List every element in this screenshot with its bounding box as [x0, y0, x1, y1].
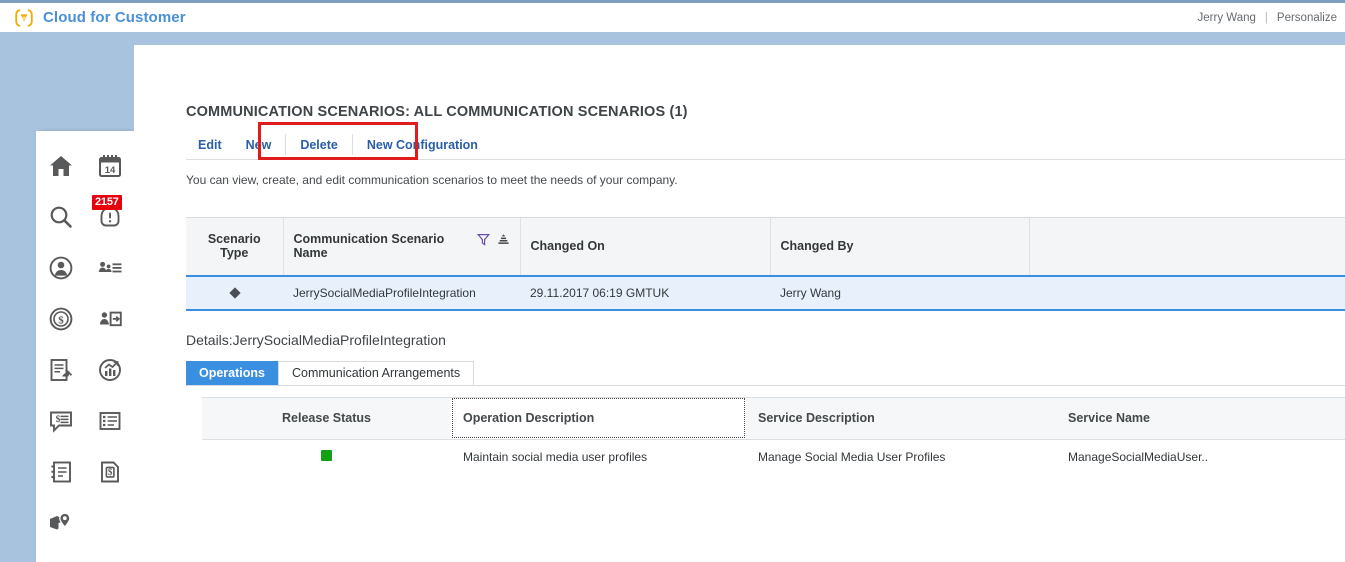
- sidebar-item-home[interactable]: [36, 143, 85, 189]
- column-changed-on[interactable]: Changed On: [519, 217, 770, 276]
- table-header-row: Scenario Type Communication Scenario Nam…: [186, 217, 1345, 276]
- cell-changed-by: Jerry Wang: [770, 274, 1029, 311]
- page-description: You can view, create, and edit communica…: [186, 173, 678, 187]
- cell-scenario-name: JerrySocialMediaProfileIntegration: [283, 274, 520, 311]
- new-configuration-button[interactable]: New Configuration: [355, 130, 490, 159]
- sidebar-item-alerts[interactable]: 2157: [85, 194, 134, 240]
- cell-scenario-type: [186, 274, 283, 311]
- column-service-description[interactable]: Service Description: [746, 396, 1056, 440]
- calendar-icon: 14: [97, 153, 123, 179]
- toolbar-divider-2: [351, 134, 353, 155]
- cell-release-status: [202, 439, 451, 475]
- left-icon-panel: 14 2157 $ $ $: [36, 131, 134, 562]
- contacts-book-icon: [48, 459, 74, 485]
- green-status-icon: [321, 450, 332, 462]
- communication-scenarios-table: Scenario Type Communication Scenario Nam…: [186, 217, 1345, 311]
- sap-brand-icon: v: [14, 8, 34, 28]
- sidebar-item-library[interactable]: [85, 398, 134, 444]
- svg-text:$: $: [55, 414, 60, 425]
- library-icon: [97, 408, 123, 434]
- map-pin-icon: [48, 510, 74, 536]
- column-service-name[interactable]: Service Name: [1056, 396, 1345, 440]
- diamond-marker-icon: [228, 286, 241, 299]
- new-button[interactable]: New: [234, 130, 284, 159]
- visits-icon: [48, 357, 74, 383]
- sidebar-item-search[interactable]: [36, 194, 85, 240]
- column-operation-description[interactable]: Operation Description: [451, 396, 746, 440]
- svg-text:14: 14: [104, 165, 115, 176]
- feed-icon: $: [48, 408, 74, 434]
- sidebar-item-calendar[interactable]: 14: [85, 143, 134, 189]
- svg-text:v: v: [23, 15, 26, 21]
- sidebar-item-pricing[interactable]: $: [85, 449, 134, 495]
- sort-icon[interactable]: [497, 233, 510, 249]
- svg-text:$: $: [107, 467, 112, 477]
- customer-icon: [48, 255, 74, 281]
- analysis-icon: [97, 357, 123, 383]
- column-changed-by[interactable]: Changed By: [769, 217, 1029, 276]
- brand-area[interactable]: v Cloud for Customer: [14, 8, 186, 28]
- sales-icon: $: [48, 306, 74, 332]
- price-sheet-icon: $: [97, 459, 123, 485]
- sidebar-item-map[interactable]: [36, 500, 85, 546]
- toolbar-divider-1: [285, 134, 287, 155]
- alert-badge: 2157: [92, 195, 122, 210]
- page-title: COMMUNICATION SCENARIOS: ALL COMMUNICATI…: [186, 104, 688, 120]
- sidebar-item-feed[interactable]: $: [36, 398, 85, 444]
- sidebar-item-analysis[interactable]: [85, 347, 134, 393]
- tab-communication-arrangements[interactable]: Communication Arrangements: [278, 360, 475, 385]
- column-header-icons: [476, 232, 510, 249]
- sidebar-item-people[interactable]: [85, 245, 134, 291]
- svg-text:$: $: [58, 315, 64, 327]
- sidebar-item-visits[interactable]: [36, 347, 85, 393]
- app-title: Cloud for Customer: [43, 9, 186, 26]
- people-list-icon: [97, 255, 123, 281]
- details-tabstrip: Operations Communication Arrangements: [186, 360, 1345, 386]
- column-extra[interactable]: [1028, 217, 1345, 276]
- operations-header-row: Release Status Operation Description Ser…: [202, 396, 1345, 440]
- operations-table: Release Status Operation Description Ser…: [202, 396, 1345, 476]
- application-window: v Cloud for Customer Jerry Wang | Person…: [0, 0, 1345, 562]
- cell-operation-description: Maintain social media user profiles: [463, 450, 648, 465]
- main-content-panel: COMMUNICATION SCENARIOS: ALL COMMUNICATI…: [134, 45, 1345, 562]
- operations-row[interactable]: Maintain social media user profiles Mana…: [202, 439, 1345, 475]
- home-icon: [48, 153, 74, 179]
- icon-grid: 14 2157 $ $ $: [36, 143, 134, 546]
- table-row[interactable]: JerrySocialMediaProfileIntegration 29.11…: [186, 274, 1345, 311]
- personalize-link[interactable]: Personalize: [1277, 12, 1337, 24]
- cell-changed-on: 29.11.2017 06:19 GMTUK: [520, 274, 770, 311]
- cell-service-name: ManageSocialMediaUser..: [1068, 450, 1209, 465]
- search-icon: [48, 204, 74, 230]
- tab-operations[interactable]: Operations: [186, 360, 278, 385]
- sidebar-item-customers[interactable]: [36, 245, 85, 291]
- details-title: Details:JerrySocialMediaProfileIntegrati…: [186, 331, 446, 348]
- user-name: Jerry Wang: [1197, 11, 1256, 24]
- header-separator: |: [1264, 11, 1268, 24]
- sidebar-item-contacts[interactable]: [36, 449, 85, 495]
- activity-planner-icon: [97, 306, 123, 332]
- column-scenario-type[interactable]: Scenario Type: [186, 217, 283, 276]
- delete-button[interactable]: Delete: [288, 130, 350, 159]
- filter-icon[interactable]: [476, 233, 490, 249]
- top-header-bar: v Cloud for Customer Jerry Wang | Person…: [0, 0, 1345, 32]
- column-scenario-name-label: Communication Scenario Name: [293, 232, 445, 261]
- sidebar-item-sales[interactable]: $: [36, 296, 85, 342]
- column-release-status[interactable]: Release Status: [202, 396, 451, 440]
- action-toolbar: Edit New Delete New Configuration: [186, 122, 1345, 160]
- sidebar-item-activity-planner[interactable]: [85, 296, 134, 342]
- header-user-area: Jerry Wang | Personalize: [1198, 12, 1337, 24]
- column-scenario-name[interactable]: Communication Scenario Name: [282, 217, 520, 276]
- cell-extra: [1029, 274, 1345, 311]
- edit-button[interactable]: Edit: [186, 130, 234, 159]
- cell-service-description: Manage Social Media User Profiles: [758, 450, 946, 465]
